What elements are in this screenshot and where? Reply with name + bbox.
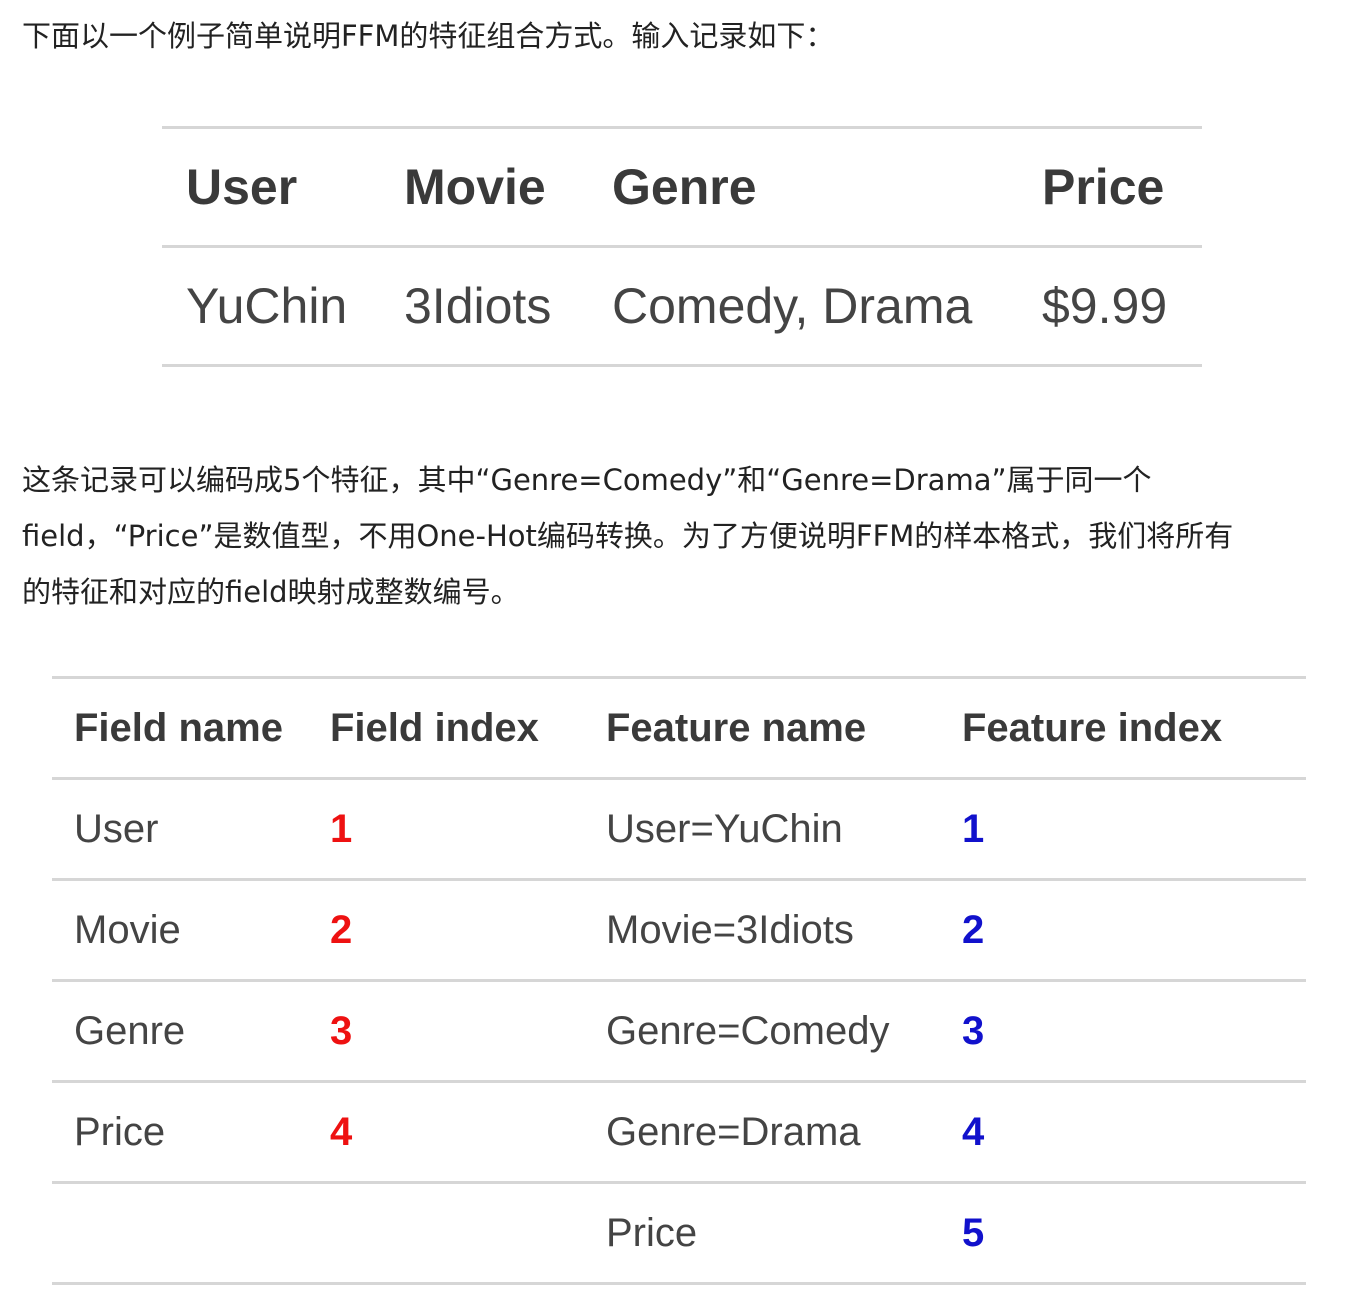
feature-index-cell: 4 xyxy=(962,1109,985,1154)
field-index-cell xyxy=(330,1183,606,1284)
explanation-paragraph: 这条记录可以编码成5个特征，其中“Genre=Comedy”和“Genre=Dr… xyxy=(22,452,1233,620)
feature-index-cell: 5 xyxy=(962,1210,985,1255)
feature-name-cell: Genre=Comedy xyxy=(606,1008,890,1053)
mapping-table-header-row: Field name Field index Feature name Feat… xyxy=(52,677,1306,779)
field-index-cell: 3 xyxy=(330,1008,353,1053)
explanation-line-3: 的特征和对应的field映射成整数编号。 xyxy=(22,575,520,609)
record-table: User Movie Genre Price YuChin 3Idiots Co… xyxy=(162,126,1202,367)
table-row: Movie 2 Movie=3Idiots 2 xyxy=(52,879,1306,981)
field-name-cell: Genre xyxy=(74,1008,186,1053)
table-row: User 1 User=YuChin 1 xyxy=(52,778,1306,880)
record-cell-genre: Comedy, Drama xyxy=(612,278,973,334)
explanation-line-1: 这条记录可以编码成5个特征，其中“Genre=Comedy”和“Genre=Dr… xyxy=(22,463,1152,497)
mapping-table: Field name Field index Feature name Feat… xyxy=(52,676,1306,1285)
record-cell-price: $9.99 xyxy=(1042,278,1168,334)
field-name-cell xyxy=(52,1183,330,1284)
field-name-cell: Price xyxy=(74,1109,166,1154)
feature-name-cell: Movie=3Idiots xyxy=(606,907,854,952)
field-name-cell: User xyxy=(74,806,159,851)
field-name-cell: Movie xyxy=(74,907,181,952)
mapping-header-feature-index: Feature index xyxy=(962,705,1223,750)
record-table-header-row: User Movie Genre Price xyxy=(162,127,1202,247)
feature-name-cell: Price xyxy=(606,1210,698,1255)
table-row: Genre 3 Genre=Comedy 3 xyxy=(52,980,1306,1082)
intro-paragraph: 下面以一个例子简单说明FFM的特征组合方式。输入记录如下： xyxy=(22,19,835,53)
field-index-cell: 2 xyxy=(330,907,353,952)
feature-index-cell: 1 xyxy=(962,806,985,851)
record-header-price: Price xyxy=(1042,159,1165,215)
record-table-row: YuChin 3Idiots Comedy, Drama $9.99 xyxy=(162,246,1202,366)
record-cell-user: YuChin xyxy=(186,278,348,334)
explanation-line-2: field，“Price”是数值型，不用One-Hot编码转换。为了方便说明FF… xyxy=(22,519,1234,553)
field-index-cell: 4 xyxy=(330,1109,353,1154)
field-index-cell: 1 xyxy=(330,806,353,851)
record-header-user: User xyxy=(186,159,298,215)
table-row: Price 5 xyxy=(52,1182,1306,1284)
record-header-movie: Movie xyxy=(404,159,546,215)
record-cell-movie: 3Idiots xyxy=(404,278,552,334)
feature-name-cell: User=YuChin xyxy=(606,806,843,851)
feature-index-cell: 2 xyxy=(962,907,985,952)
record-header-genre: Genre xyxy=(612,159,757,215)
mapping-header-field-name: Field name xyxy=(74,705,283,750)
table-row: Price 4 Genre=Drama 4 xyxy=(52,1081,1306,1183)
feature-index-cell: 3 xyxy=(962,1008,985,1053)
mapping-header-field-index: Field index xyxy=(330,705,539,750)
mapping-header-feature-name: Feature name xyxy=(606,705,867,750)
feature-name-cell: Genre=Drama xyxy=(606,1109,861,1154)
